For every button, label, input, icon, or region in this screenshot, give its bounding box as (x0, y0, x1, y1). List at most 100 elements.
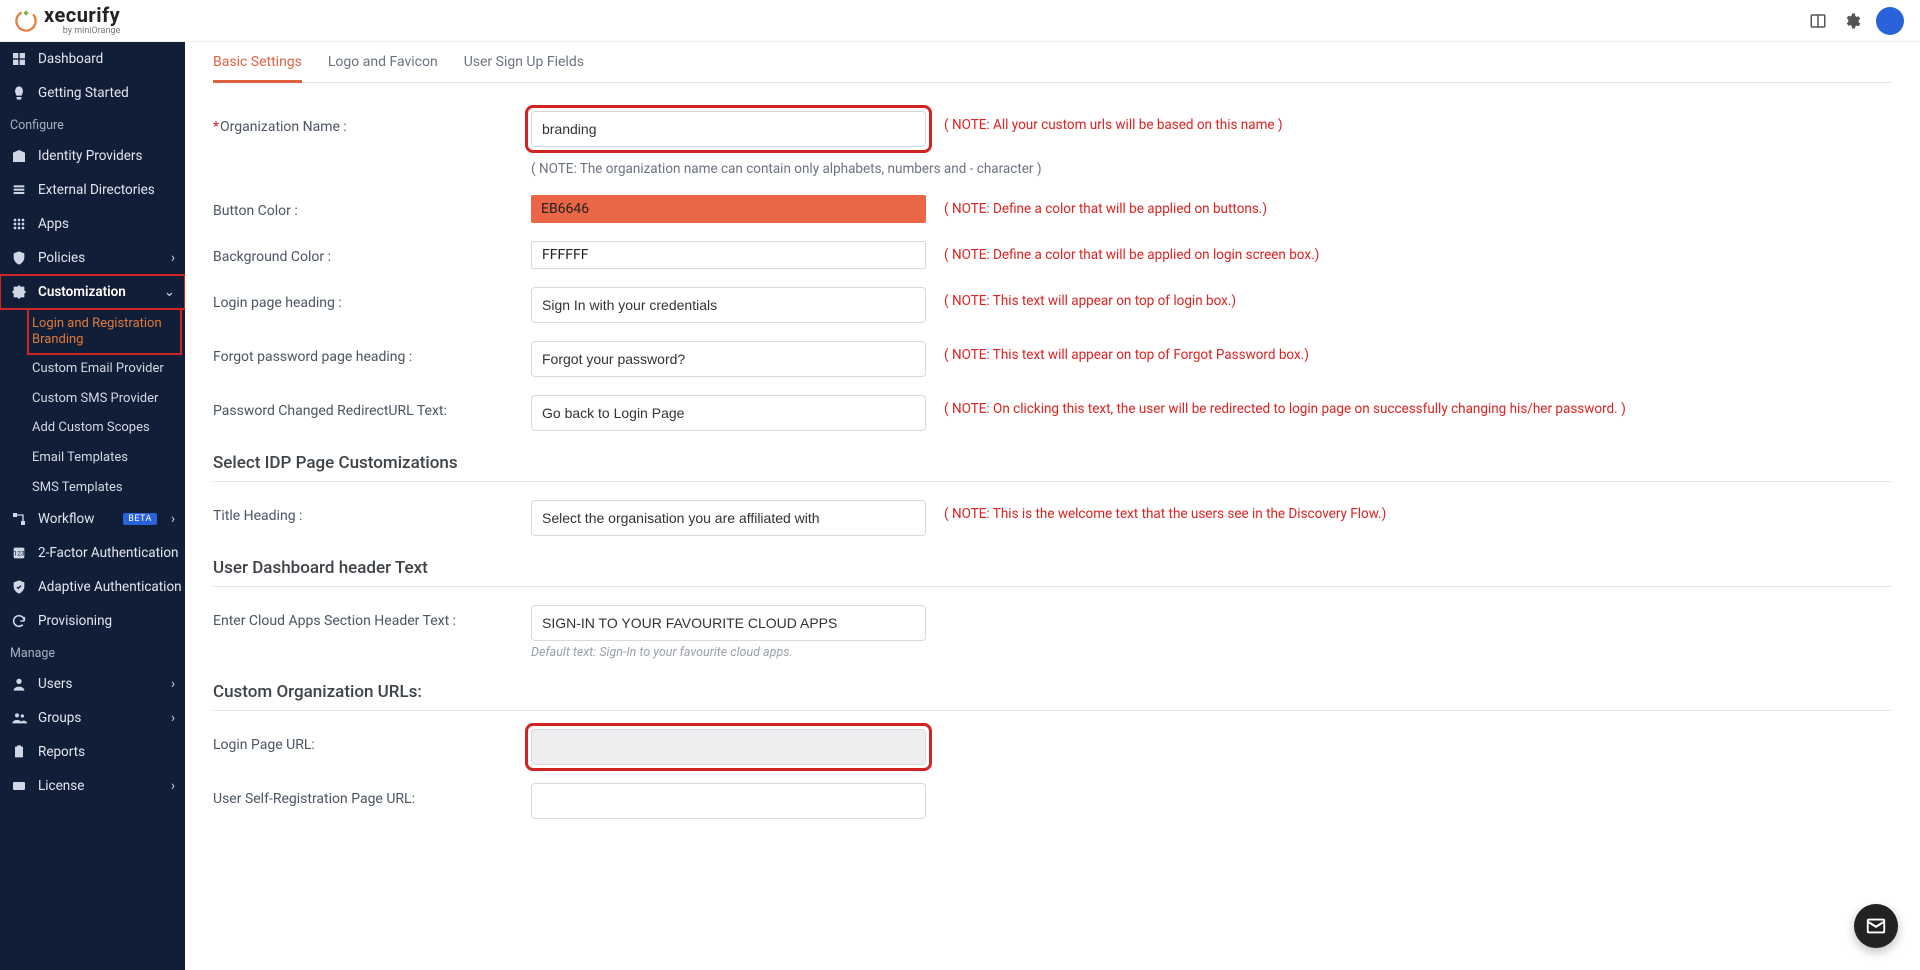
subnote-organization-name: ( NOTE: The organization name can contai… (531, 161, 1892, 177)
label-login-url: Login Page URL: (213, 729, 513, 753)
sidebar-item-customization[interactable]: Customization ⌄ (0, 275, 185, 309)
sidebar-item-label: Provisioning (38, 613, 175, 629)
input-pwd-redirect[interactable] (531, 395, 926, 431)
avatar[interactable] (1876, 7, 1904, 35)
label-self-reg-url: User Self-Registration Page URL: (213, 783, 513, 807)
tab-logo-favicon[interactable]: Logo and Favicon (328, 54, 438, 82)
chevron-right-icon: › (171, 676, 175, 692)
input-self-reg-url[interactable] (531, 783, 926, 819)
brand-logo-icon (12, 7, 40, 35)
label-organization-name: *Organization Name : (213, 111, 513, 135)
sidebar-item-label: Workflow (38, 511, 113, 527)
sidebar-section-configure: Configure (0, 110, 185, 139)
sidebar-subitem-sms-provider[interactable]: Custom SMS Provider (28, 384, 185, 414)
sidebar-item-identity-providers[interactable]: Identity Providers (0, 139, 185, 173)
row-login-url: Login Page URL: (213, 729, 1892, 765)
sidebar-item-dashboard[interactable]: Dashboard (0, 42, 185, 76)
sidebar-item-label: Adaptive Authentication (38, 579, 182, 595)
divider (213, 710, 1892, 711)
brand: xecurify by miniOrange (8, 5, 120, 36)
row-forgot-heading: Forgot password page heading : ( NOTE: T… (213, 341, 1892, 377)
label-forgot-heading: Forgot password page heading : (213, 341, 513, 365)
row-cloud-header: Enter Cloud Apps Section Header Text : D… (213, 605, 1892, 660)
sidebar-item-users[interactable]: Users › (0, 667, 185, 701)
sidebar-item-workflow[interactable]: Workflow BETA › (0, 502, 185, 536)
note-forgot-heading: ( NOTE: This text will appear on top of … (944, 341, 1892, 363)
stack-icon (10, 181, 28, 199)
keypad-icon: 123 (10, 544, 28, 562)
sidebar-item-label: Users (38, 676, 161, 692)
mail-icon (1865, 915, 1887, 937)
rocket-icon (10, 84, 28, 102)
card-icon (10, 777, 28, 795)
chevron-right-icon: › (171, 778, 175, 794)
brand-name: xecurify (44, 5, 120, 25)
tab-signup-fields[interactable]: User Sign Up Fields (464, 54, 584, 82)
workflow-icon (10, 510, 28, 528)
label-bg-color: Background Color : (213, 241, 513, 265)
tab-basic-settings[interactable]: Basic Settings (213, 54, 302, 82)
divider (213, 481, 1892, 482)
note-login-heading: ( NOTE: This text will appear on top of … (944, 287, 1892, 309)
sidebar-item-label: Apps (38, 216, 175, 232)
label-button-color: Button Color : (213, 195, 513, 219)
chevron-right-icon: › (171, 710, 175, 726)
sidebar-item-policies[interactable]: Policies › (0, 241, 185, 275)
input-login-url[interactable] (531, 729, 926, 765)
input-bg-color[interactable]: FFFFFF (531, 241, 926, 269)
sidebar-item-2fa[interactable]: 123 2-Factor Authentication › (0, 536, 185, 570)
subnote-cloud-header: Default text: Sign-In to your favourite … (531, 645, 926, 660)
chevron-right-icon: › (171, 511, 175, 527)
brand-sub: by miniOrange (63, 27, 121, 36)
sidebar-item-reports[interactable]: Reports (0, 735, 185, 769)
input-cloud-header[interactable] (531, 605, 926, 641)
clipboard-icon (10, 743, 28, 761)
sidebar-item-apps[interactable]: Apps (0, 207, 185, 241)
sidebar-item-label: Dashboard (38, 51, 175, 67)
sidebar-subitem-add-scopes[interactable]: Add Custom Scopes (28, 413, 185, 443)
sidebar-item-label: Customization (38, 284, 154, 300)
gear-icon[interactable] (1842, 11, 1862, 31)
sidebar-item-label: Policies (38, 250, 161, 266)
sidebar-item-getting-started[interactable]: Getting Started (0, 76, 185, 110)
sidebar-item-label: Groups (38, 710, 161, 726)
chat-fab[interactable] (1854, 904, 1898, 948)
sidebar-item-groups[interactable]: Groups › (0, 701, 185, 735)
input-login-heading[interactable] (531, 287, 926, 323)
chevron-right-icon: › (171, 250, 175, 266)
label-pwd-redirect: Password Changed RedirectURL Text: (213, 395, 513, 419)
sidebar-subitem-login-branding[interactable]: Login and Registration Branding (28, 309, 181, 354)
divider (213, 586, 1892, 587)
sidebar-subitem-sms-templates[interactable]: SMS Templates (28, 473, 185, 503)
panel-icon[interactable] (1808, 11, 1828, 31)
sidebar-subitem-email-provider[interactable]: Custom Email Provider (28, 354, 185, 384)
sidebar-item-label: Reports (38, 744, 175, 760)
input-organization-name[interactable] (531, 111, 926, 147)
note-pwd-redirect: ( NOTE: On clicking this text, the user … (944, 395, 1892, 417)
sidebar-sub-customization: Login and Registration Branding Custom E… (0, 309, 185, 502)
sidebar-item-adaptive-auth[interactable]: Adaptive Authentication (0, 570, 185, 604)
note-button-color: ( NOTE: Define a color that will be appl… (944, 195, 1892, 217)
input-button-color[interactable]: EB6646 (531, 195, 926, 223)
row-login-heading: Login page heading : ( NOTE: This text w… (213, 287, 1892, 323)
user-icon (10, 675, 28, 693)
chevron-down-icon: ⌄ (164, 284, 175, 300)
sidebar-section-manage: Manage (0, 638, 185, 667)
note-bg-color: ( NOTE: Define a color that will be appl… (944, 241, 1892, 263)
row-organization-name: *Organization Name : ( NOTE: All your cu… (213, 111, 1892, 147)
sidebar: Dashboard Getting Started Configure Iden… (0, 42, 185, 970)
sidebar-item-license[interactable]: License › (0, 769, 185, 803)
input-title-heading[interactable] (531, 500, 926, 536)
input-forgot-heading[interactable] (531, 341, 926, 377)
dashboard-icon (10, 50, 28, 68)
shield-check-icon (10, 578, 28, 596)
group-icon (10, 709, 28, 727)
sidebar-item-label: External Directories (38, 182, 175, 198)
sidebar-subitem-email-templates[interactable]: Email Templates (28, 443, 185, 473)
section-idp-heading: Select IDP Page Customizations (213, 453, 1892, 473)
row-bg-color: Background Color : FFFFFF ( NOTE: Define… (213, 241, 1892, 269)
sidebar-item-external-directories[interactable]: External Directories (0, 173, 185, 207)
sidebar-item-label: License (38, 778, 161, 794)
sidebar-item-provisioning[interactable]: Provisioning (0, 604, 185, 638)
note-organization-name: ( NOTE: All your custom urls will be bas… (944, 111, 1892, 133)
